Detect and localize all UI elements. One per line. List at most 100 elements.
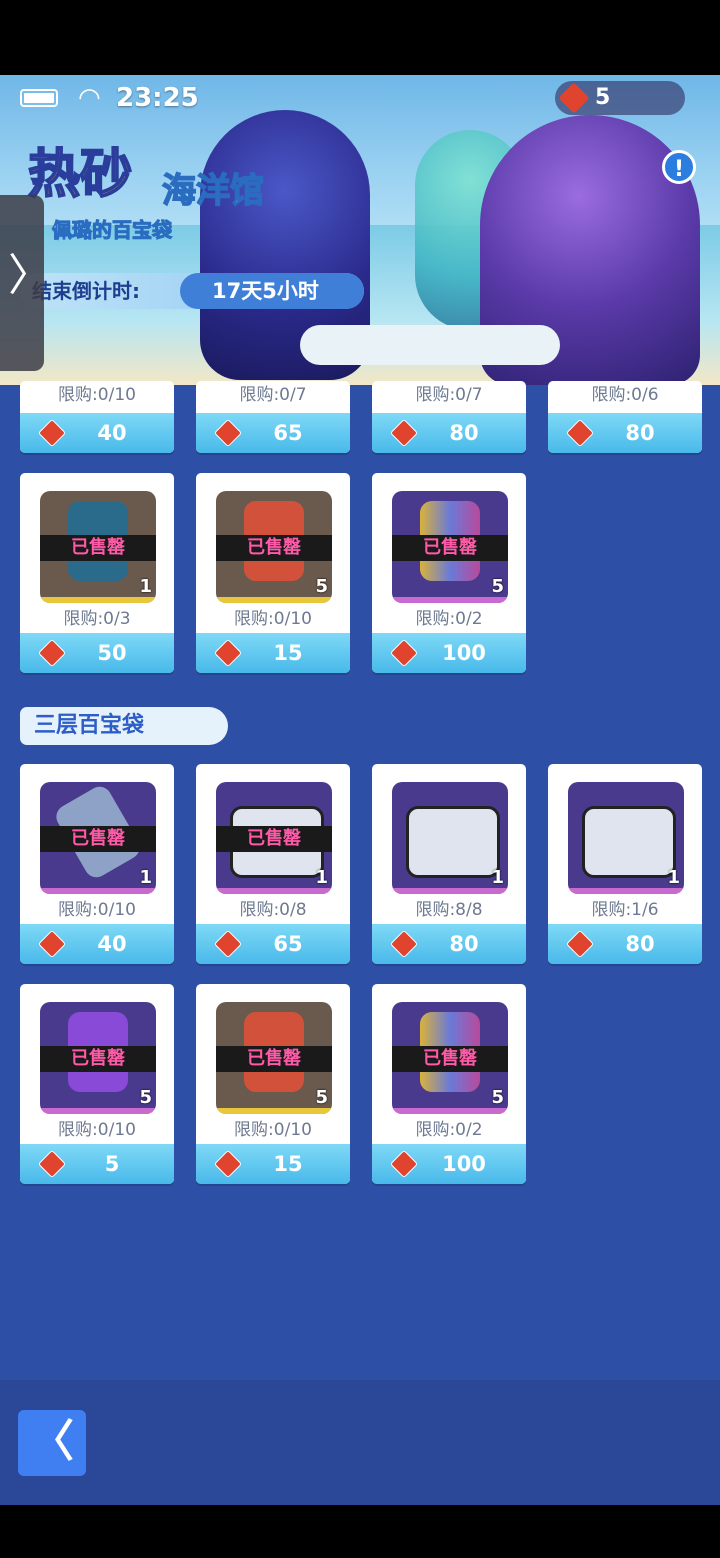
price: 50 [97,641,127,665]
shop-item-card[interactable]: 已售罄 5 限购:0/10 15 [196,984,350,1184]
price: 80 [625,932,655,956]
shop-item-card[interactable]: 限购:0/10 40 [20,381,174,453]
item-quantity: 5 [139,1087,152,1108]
price-bar: 80 [548,924,702,964]
shop-item-card[interactable]: 已售罄 5 限购:0/10 5 [20,984,174,1184]
shop-item-card[interactable]: 限购:0/7 80 [372,381,526,453]
sold-out-label: 已售罄 [247,828,301,849]
sold-out-label: 已售罄 [71,1048,125,1069]
shop-item-card[interactable]: 已售罄 5 限购:0/2 100 [372,984,526,1184]
shop-item-card[interactable]: 已售罄 1 限购:0/8 65 [196,764,350,964]
purchase-limit: 限购:0/7 [239,385,307,405]
purchase-limit: 限购:0/10 [234,609,312,629]
shop-item-card[interactable]: 已售罄 1 限购:0/10 40 [20,764,174,964]
price-bar: 15 [196,633,350,673]
ticket-icon [389,418,419,448]
sold-out-label: 已售罄 [247,1048,301,1069]
price-bar: 50 [20,633,174,673]
price: 15 [273,1152,303,1176]
side-drawer-tab[interactable]: 〉 [0,195,52,371]
item-quantity: 5 [491,576,504,597]
item-thumbnail: 已售罄 1 [40,491,156,603]
item-quantity: 5 [491,1087,504,1108]
countdown-value: 17天5小时 [180,273,364,309]
chevron-right-icon: 〉 [8,250,52,301]
price-bar: 80 [372,413,526,453]
item-thumbnail: 已售罄 1 [40,782,156,894]
back-button[interactable]: 〈 [18,1410,86,1476]
price-bar: 80 [548,413,702,453]
price-bar: 100 [372,633,526,673]
ticket-icon [389,929,419,959]
price-bar: 65 [196,924,350,964]
ticket-icon [37,929,67,959]
price: 65 [273,932,303,956]
price-bar: 65 [196,413,350,453]
item-quantity: 5 [315,1087,328,1108]
item-thumbnail: 1 [568,782,684,894]
sold-out-label: 已售罄 [71,537,125,558]
ticket-icon [565,929,595,959]
price: 15 [273,641,303,665]
price: 40 [97,932,127,956]
shop-item-card[interactable]: 已售罄 1 限购:0/3 50 [20,473,174,673]
shop-item-card[interactable]: 已售罄 5 限购:0/10 15 [196,473,350,673]
ticket-icon [37,638,67,668]
shop-item-card[interactable]: 限购:0/7 65 [196,381,350,453]
sold-out-label: 已售罄 [423,1048,477,1069]
event-title-sub: 海洋馆 [161,170,265,212]
price-bar: 80 [372,924,526,964]
price: 100 [442,1152,486,1176]
countdown-bar: 结束倒计时: 17天5小时 [20,273,364,309]
item-thumbnail: 已售罄 5 [392,491,508,603]
blue-card-icon [582,806,676,878]
ticket-icon [213,638,243,668]
price-bar: 40 [20,924,174,964]
price: 100 [442,641,486,665]
price: 80 [449,421,479,445]
price: 65 [273,421,303,445]
shop-item-card[interactable]: 1 限购:1/6 80 [548,764,702,964]
price-bar: 40 [20,413,174,453]
purchase-limit: 限购:0/8 [239,900,307,920]
item-quantity: 1 [315,867,328,888]
item-thumbnail: 已售罄 5 [216,1002,332,1114]
sold-out-label: 已售罄 [71,828,125,849]
sold-out-label: 已售罄 [247,537,301,558]
ticket-icon [213,929,243,959]
status-bar: ◠ 23:25 5 [0,75,720,121]
banner-table [300,325,560,365]
section-title: 三层百宝袋 [34,713,145,738]
purchase-limit: 限购:0/10 [234,1120,312,1140]
purchase-limit: 限购:0/10 [58,385,136,405]
ticket-icon [558,82,590,114]
purchase-limit: 限购:0/6 [591,385,659,405]
item-thumbnail: 1 [392,782,508,894]
purchase-limit: 限购:8/8 [415,900,483,920]
item-thumbnail: 已售罄 1 [216,782,332,894]
sold-out-label: 已售罄 [423,537,477,558]
purchase-limit: 限购:0/3 [63,609,131,629]
ticket-icon [213,418,243,448]
price-bar: 100 [372,1144,526,1184]
purchase-limit: 限购:0/2 [415,609,483,629]
currency-display: 5 [555,81,685,115]
ticket-icon [37,1149,67,1179]
info-button[interactable]: ! [662,150,696,184]
ticket-icon [37,418,67,448]
shop-item-card[interactable]: 已售罄 5 限购:0/2 100 [372,473,526,673]
shop-item-card[interactable]: 限购:0/6 80 [548,381,702,453]
shop-screen: ◠ 23:25 5 热砂 海洋馆 佩璐的百宝袋 ! 结束倒计时: 17天5小时 … [0,75,720,1505]
ticket-icon [565,418,595,448]
xp-card-icon [406,806,500,878]
event-title-main: 热砂 [27,144,133,206]
purchase-limit: 限购:0/2 [415,1120,483,1140]
item-quantity: 1 [491,867,504,888]
ticket-icon [389,1149,419,1179]
shop-item-card[interactable]: 1 限购:8/8 80 [372,764,526,964]
ticket-icon [213,1149,243,1179]
section-header-third-level: 三层百宝袋 [20,707,228,745]
price-bar: 15 [196,1144,350,1184]
price-bar: 5 [20,1144,174,1184]
purchase-limit: 限购:1/6 [591,900,659,920]
